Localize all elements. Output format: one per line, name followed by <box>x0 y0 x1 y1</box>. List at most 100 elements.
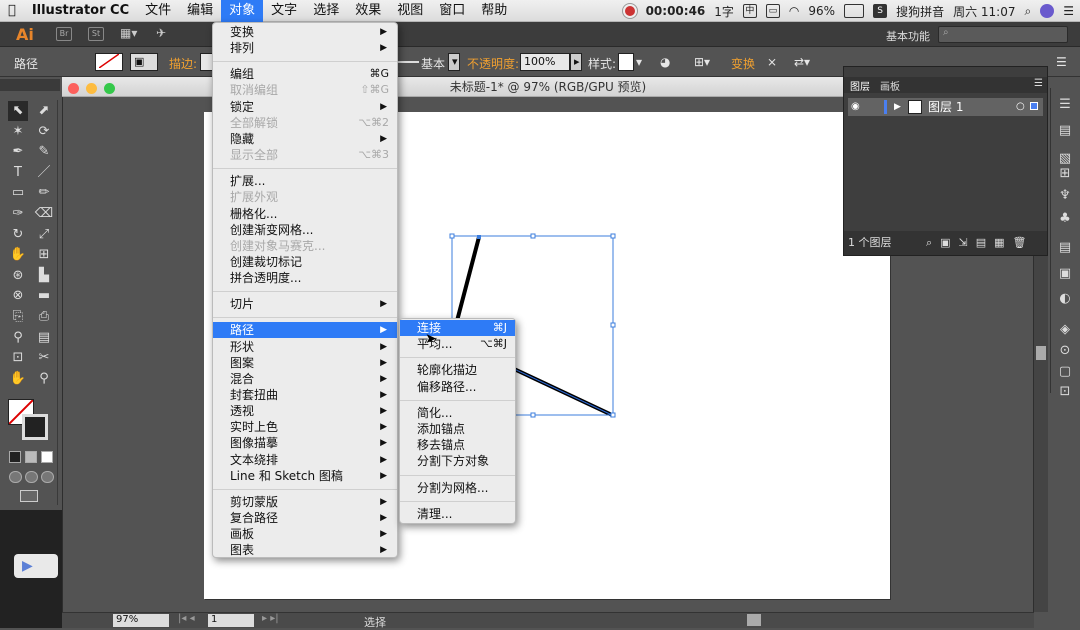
object-menu-item[interactable]: 锁定 ▶ <box>213 99 397 115</box>
object-menu-item[interactable]: 路径 ▶ <box>213 322 397 339</box>
artboards-panel-icon[interactable]: ▧ <box>1057 151 1073 167</box>
first-page-icon[interactable]: |◂ ◂ <box>178 613 195 624</box>
path-submenu-item[interactable]: 连接 ⌘J <box>400 320 515 336</box>
handle-bm[interactable] <box>530 412 536 418</box>
object-menu-item: 扩展外观 <box>213 189 397 205</box>
object-menu-item[interactable]: 创建渐变网格... <box>213 222 397 238</box>
tab-layers[interactable]: 图层 <box>850 78 870 93</box>
menu-separator <box>213 61 397 63</box>
object-menu-item-label: Line 和 Sketch 图稿 <box>230 468 343 483</box>
path-submenu-item[interactable]: 添加锚点 <box>400 421 515 437</box>
symbols-icon[interactable]: ♣ <box>1057 211 1073 227</box>
layers-panel: 图层 画板 ☰ ◉ ▶ 图层 1 ○ 1 个图层 ⌕▣⇲▤▦🗑 <box>843 66 1048 256</box>
object-menu-item[interactable]: 拼合透明度... <box>213 270 397 286</box>
object-menu-item-label: 变换 <box>230 25 255 39</box>
object-menu-item[interactable]: 混合 ▶ <box>213 371 397 387</box>
object-menu-item[interactable]: 形状 ▶ <box>213 339 397 355</box>
object-menu-item[interactable]: Line 和 Sketch 图稿 ▶ <box>213 468 397 484</box>
libraries-icon[interactable]: ▤ <box>1057 123 1073 139</box>
object-menu-item[interactable]: 编组 ⌘G <box>213 66 397 82</box>
page-number-field[interactable]: 1 <box>208 614 254 627</box>
object-menu-item-label: 图像描摹 <box>230 436 279 451</box>
layer-row[interactable]: ◉ ▶ 图层 1 ○ <box>848 98 1043 116</box>
submenu-arrow-icon: ▶ <box>380 373 387 384</box>
asset-export-icon[interactable]: ▢ <box>1057 364 1073 380</box>
selection-indicator-icon[interactable] <box>1030 102 1038 110</box>
properties-icon[interactable]: ☰ <box>1057 97 1073 113</box>
object-menu-item[interactable]: 剪切蒙版 ▶ <box>213 494 397 510</box>
handle-mr[interactable] <box>610 322 616 328</box>
path-submenu-item[interactable]: 分割为网格... <box>400 480 515 496</box>
object-menu-item-label: 剪切蒙版 <box>230 494 279 509</box>
menu-separator <box>213 291 397 293</box>
path-submenu-item[interactable]: 平均... ⌥⌘J <box>400 336 515 352</box>
object-menu-item-label: 切片 <box>230 297 255 312</box>
appearance-icon[interactable]: ◈ <box>1057 322 1073 338</box>
gradient-panel-icon[interactable]: ▣ <box>1057 266 1073 282</box>
artboard-dock-icon[interactable]: ⊡ <box>1057 384 1073 400</box>
object-menu-item[interactable]: 画板 ▶ <box>213 526 397 542</box>
path-submenu-item[interactable]: 偏移路径... <box>400 379 515 395</box>
object-menu-item[interactable]: 文本绕排 ▶ <box>213 452 397 468</box>
object-menu-item-label: 排列 <box>230 41 255 56</box>
shortcut-label: ⌥⌘J <box>480 337 507 351</box>
object-menu-item[interactable]: 图表 ▶ <box>213 542 397 558</box>
shortcut-label: ⌥⌘2 <box>358 115 389 129</box>
submenu-arrow-icon: ▶ <box>380 101 387 112</box>
object-menu-item[interactable]: 图像描摹 ▶ <box>213 435 397 451</box>
vertical-scroll-thumb[interactable] <box>1036 346 1046 360</box>
object-menu-item[interactable]: 栅格化... <box>213 206 397 222</box>
path-submenu-item-label: 偏移路径... <box>417 379 477 394</box>
path-submenu-item[interactable]: 清理... <box>400 506 515 522</box>
layer-actions-icons[interactable]: ⌕▣⇲▤▦🗑 <box>926 231 1035 255</box>
object-menu-item[interactable]: 扩展... <box>213 173 397 189</box>
object-menu-item[interactable]: 透视 ▶ <box>213 403 397 419</box>
handle-tr[interactable] <box>610 233 616 239</box>
submenu-arrow-icon: ▶ <box>380 454 387 465</box>
zoom-dropdown-icon[interactable]: ▾ <box>160 614 165 625</box>
object-menu-item[interactable]: 封套扭曲 ▶ <box>213 387 397 403</box>
target-icon[interactable]: ○ <box>1016 98 1025 116</box>
brushes-icon[interactable]: ♆ <box>1057 188 1073 204</box>
visibility-eye-icon[interactable]: ◉ <box>851 98 860 116</box>
path-submenu-item[interactable]: 移去锚点 <box>400 437 515 453</box>
object-menu-item-label: 形状 <box>230 339 255 354</box>
transparency-icon[interactable]: ◐ <box>1057 291 1073 307</box>
horizontal-scroll-thumb[interactable] <box>747 614 761 626</box>
object-menu-item-label: 路径 <box>230 323 255 338</box>
object-menu-item[interactable]: 复合路径 ▶ <box>213 510 397 526</box>
object-menu-item[interactable]: 创建裁切标记 <box>213 254 397 270</box>
layers-dock-icon[interactable]: ▤ <box>1057 240 1073 256</box>
menu-separator <box>213 168 397 170</box>
submenu-arrow-icon: ▶ <box>380 43 387 54</box>
path-submenu-item[interactable]: 分割下方对象 <box>400 453 515 469</box>
handle-tl[interactable] <box>449 233 455 239</box>
swatches-icon[interactable]: ⊞ <box>1057 166 1073 182</box>
object-menu-item: 显示全部 ⌥⌘3 <box>213 147 397 163</box>
path-submenu-item-label: 移去锚点 <box>417 438 466 453</box>
object-menu-item[interactable]: 图案 ▶ <box>213 355 397 371</box>
panel-menu-icon[interactable]: ☰ <box>1034 78 1043 89</box>
handle-br[interactable] <box>610 412 616 418</box>
object-menu-item-label: 混合 <box>230 371 255 386</box>
object-menu-item: 取消编组 ⇧⌘G <box>213 82 397 98</box>
cc-libraries-icon[interactable]: ⊙ <box>1057 343 1073 359</box>
tab-artboards[interactable]: 画板 <box>880 78 900 93</box>
path-submenu-item[interactable]: 轮廓化描边 <box>400 362 515 378</box>
object-menu-item-label: 画板 <box>230 527 255 542</box>
handle-tm[interactable] <box>530 233 536 239</box>
layer-name[interactable]: 图层 1 <box>928 98 963 116</box>
shortcut-label: ⌥⌘3 <box>358 148 389 162</box>
object-menu-item[interactable]: 实时上色 ▶ <box>213 419 397 435</box>
object-menu-item[interactable]: 切片 ▶ <box>213 296 397 312</box>
object-menu-item[interactable]: 排列 ▶ <box>213 40 397 56</box>
layers-footer: 1 个图层 ⌕▣⇲▤▦🗑 <box>844 231 1047 255</box>
object-menu-item[interactable]: 变换 ▶ <box>213 24 397 40</box>
expand-layer-icon[interactable]: ▶ <box>894 98 901 116</box>
object-menu-item-label: 编组 <box>230 67 255 82</box>
object-menu-item-label: 全部解锁 <box>230 115 279 130</box>
path-submenu-item[interactable]: 简化... <box>400 405 515 421</box>
anchor-point[interactable] <box>477 235 481 239</box>
next-page-icon[interactable]: ▸ ▸| <box>262 613 279 624</box>
object-menu-item[interactable]: 隐藏 ▶ <box>213 131 397 147</box>
